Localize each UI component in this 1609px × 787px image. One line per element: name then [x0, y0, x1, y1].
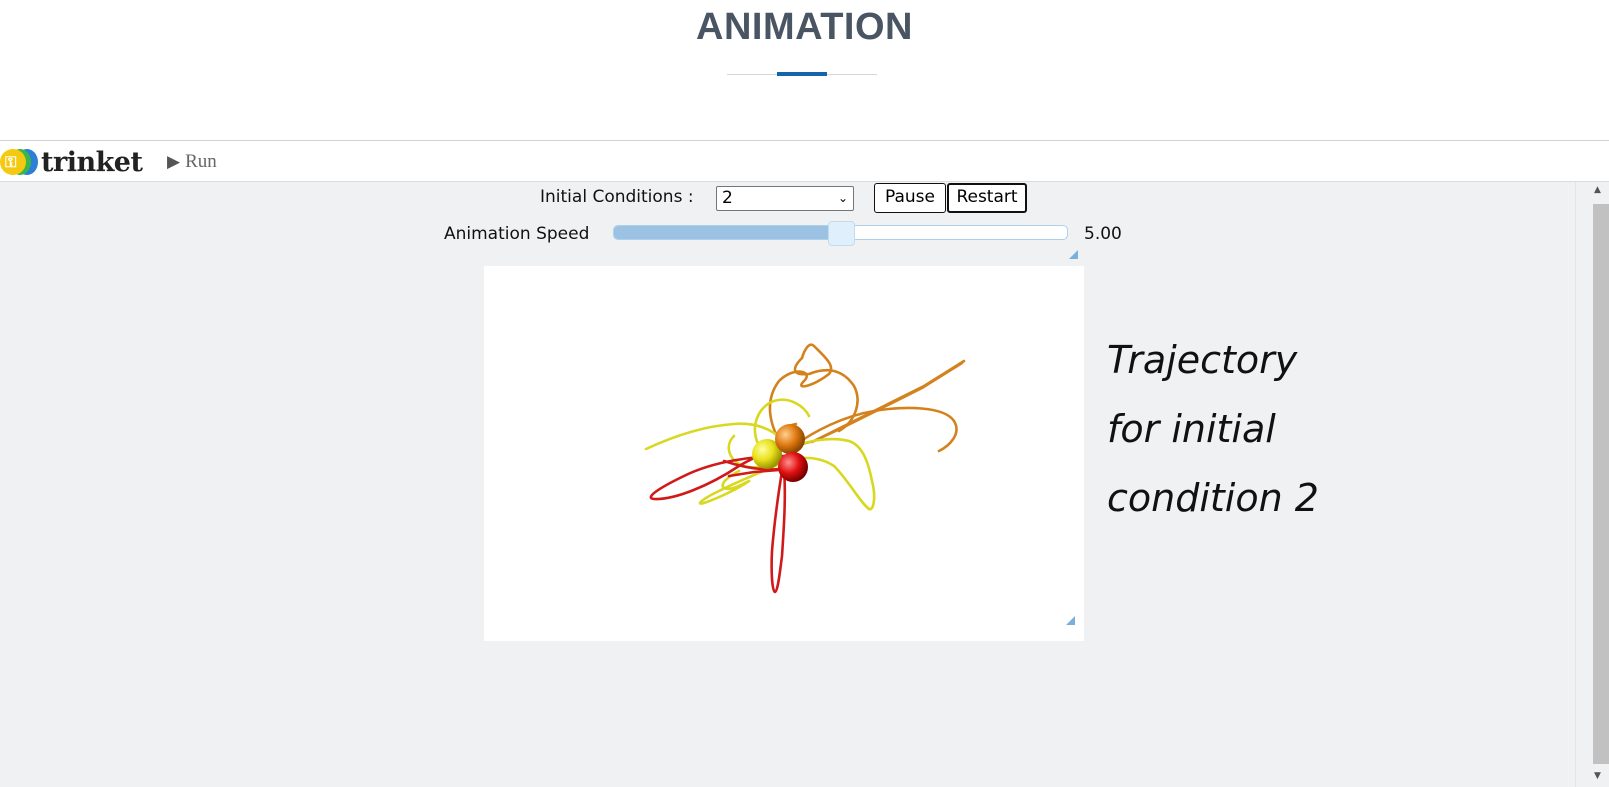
- trinket-logo-icon: ⚿: [0, 147, 38, 177]
- animation-canvas[interactable]: [484, 266, 1084, 641]
- red-trajectory: [649, 448, 791, 594]
- animation-speed-value: 5.00: [1084, 224, 1122, 244]
- animation-speed-slider[interactable]: [613, 221, 1068, 246]
- trinket-logo[interactable]: ⚿ trinket: [0, 146, 143, 178]
- run-label: Run: [185, 151, 217, 172]
- resize-grip-icon[interactable]: [1069, 250, 1078, 259]
- trajectory-plot: [644, 343, 1075, 625]
- annotation-line-2: for initial: [1107, 407, 1276, 451]
- slider-handle[interactable]: [827, 221, 855, 246]
- play-icon: ▶: [167, 152, 181, 171]
- initial-conditions-value: 2: [722, 188, 733, 208]
- annotation-line-1: Trajectory: [1107, 338, 1298, 382]
- initial-conditions-label: Initial Conditions :: [540, 187, 694, 207]
- page-header: ANIMATION: [0, 0, 1609, 140]
- pause-button[interactable]: Pause: [874, 183, 946, 213]
- restart-button[interactable]: Restart: [947, 183, 1027, 213]
- title-divider-accent: [777, 72, 827, 76]
- vertical-scrollbar[interactable]: ▲ ▼: [1575, 182, 1609, 787]
- scroll-down-arrow-icon[interactable]: ▼: [1594, 771, 1601, 781]
- orange-body: [775, 424, 805, 454]
- run-button[interactable]: ▶ Run: [167, 151, 217, 173]
- canvas-resize-grip-icon[interactable]: [1066, 616, 1075, 625]
- chevron-down-icon: ⌄: [837, 191, 848, 205]
- animation-speed-label: Animation Speed: [444, 224, 590, 244]
- red-body: [778, 452, 808, 482]
- scroll-thumb[interactable]: [1593, 204, 1609, 764]
- trinket-toolbar: ⚿ trinket ▶ Run: [0, 140, 1609, 182]
- scroll-up-arrow-icon[interactable]: ▲: [1594, 185, 1601, 195]
- initial-conditions-select[interactable]: 2 ⌄: [716, 186, 854, 211]
- page-title: ANIMATION: [696, 6, 913, 48]
- slider-fill: [614, 226, 841, 239]
- annotation-line-3: condition 2: [1107, 476, 1319, 520]
- logo-text: trinket: [41, 146, 143, 178]
- trajectory-annotation: Trajectory for initial condition 2: [1107, 326, 1407, 533]
